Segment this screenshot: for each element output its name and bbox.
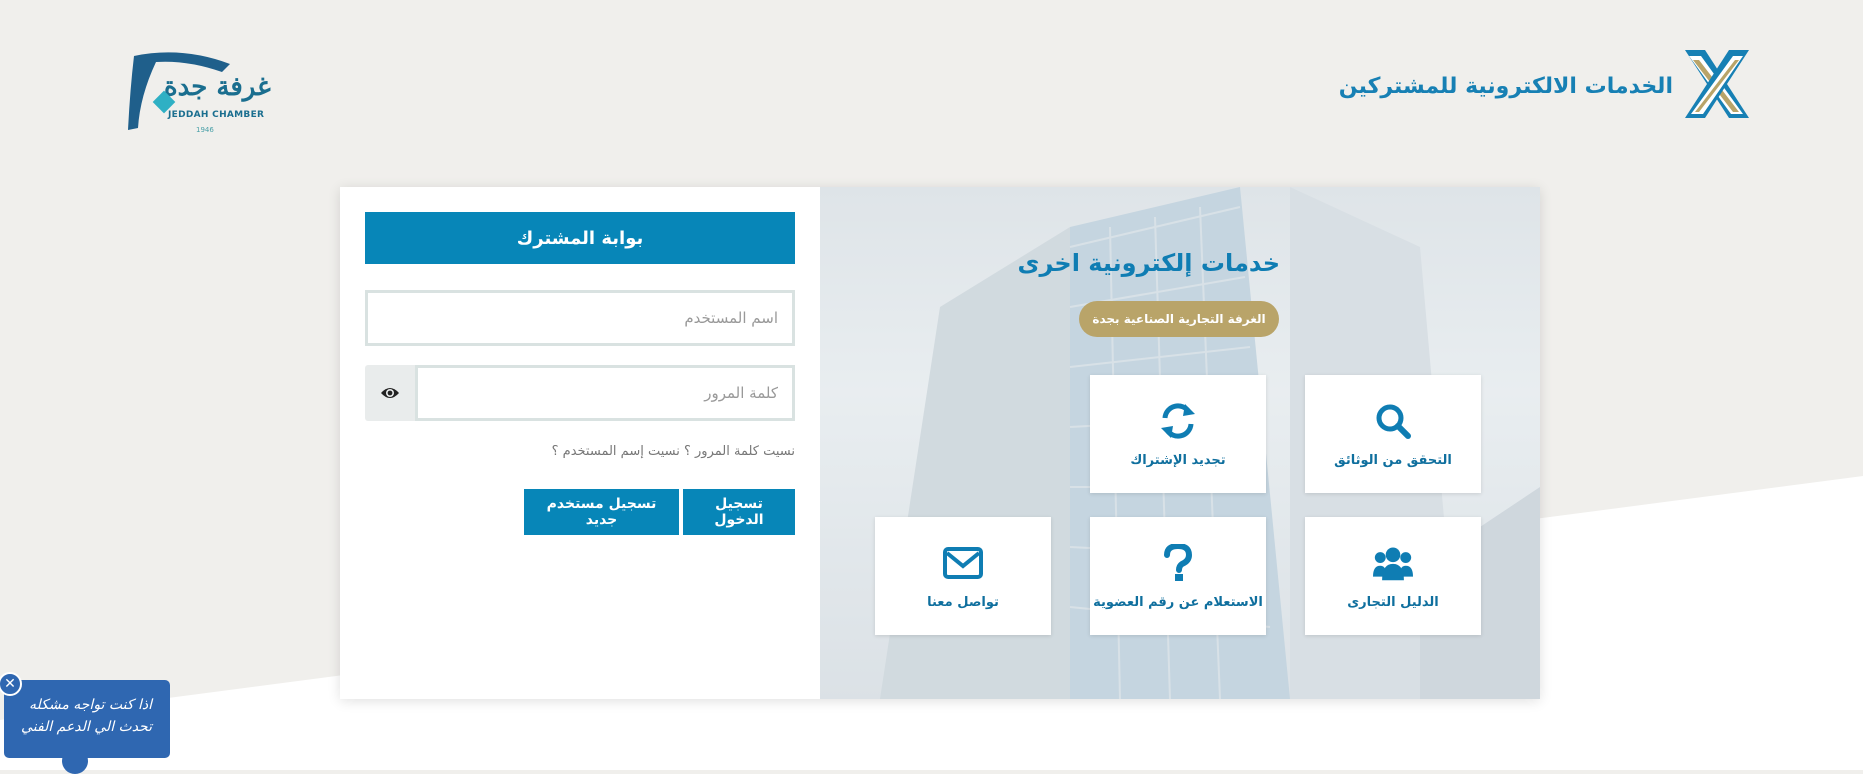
username-input[interactable]	[368, 293, 792, 343]
tile-renew-subscription[interactable]: تجديد الإشتراك	[1090, 375, 1266, 493]
tile-business-directory[interactable]: الدليل التجارى	[1305, 517, 1481, 635]
question-icon	[1158, 543, 1198, 583]
close-icon[interactable]: ✕	[0, 672, 22, 696]
login-button[interactable]: تسجيل الدخول	[683, 489, 795, 535]
password-field[interactable]	[415, 365, 795, 421]
tile-label: الاستعلام عن رقم العضوية	[1093, 594, 1263, 610]
brand-logo-icon	[1685, 50, 1749, 118]
tile-verify-documents[interactable]: التحقق من الوثائق	[1305, 375, 1481, 493]
search-icon	[1373, 401, 1413, 441]
eye-icon	[381, 388, 399, 398]
tile-membership-inquiry[interactable]: الاستعلام عن رقم العضوية	[1090, 517, 1266, 635]
tile-label: تجديد الإشتراك	[1130, 452, 1226, 468]
support-line-1: اذا كنت تواجه مشكله	[28, 697, 152, 713]
services-title: خدمات إلكترونية اخرى	[1017, 249, 1280, 277]
forgot-credentials-link[interactable]: نسيت كلمة المرور ؟ نسيت إسم المستخدم ؟	[365, 444, 795, 459]
users-icon	[1373, 543, 1413, 583]
main-card: بوابة المشترك نسيت كلمة المرور ؟ نسيت إس…	[340, 187, 1540, 699]
tile-contact-us[interactable]: تواصل معنا	[875, 517, 1051, 635]
support-chat-bubble[interactable]: ✕ اذا كنت تواجه مشكله تحدث الي الدعم الف…	[0, 672, 170, 758]
brand-header: الخدمات الالكترونية للمشتركين	[1339, 48, 1755, 124]
password-input[interactable]	[418, 368, 792, 418]
portal-title: بوابة المشترك	[365, 212, 795, 264]
tile-label: التحقق من الوثائق	[1334, 452, 1452, 468]
support-line-2: تحدث الي الدعم الفني	[21, 719, 152, 735]
support-text: اذا كنت تواجه مشكله تحدث الي الدعم الفني	[12, 694, 152, 738]
chamber-pill-button[interactable]: الغرفة التجارية الصناعية بجدة	[1079, 301, 1279, 337]
jeddah-chamber-logo	[128, 52, 230, 130]
tile-label: الدليل التجارى	[1347, 594, 1439, 610]
show-password-toggle[interactable]	[365, 365, 415, 421]
envelope-icon	[943, 543, 983, 583]
login-panel: بوابة المشترك نسيت كلمة المرور ؟ نسيت إس…	[365, 212, 795, 672]
services-panel: خدمات إلكترونية اخرى الغرفة التجارية الص…	[820, 187, 1540, 699]
brand-title: الخدمات الالكترونية للمشتركين	[1338, 73, 1673, 99]
tile-label: تواصل معنا	[927, 594, 999, 610]
register-button[interactable]: تسجيل مستخدم جديد	[524, 489, 679, 535]
refresh-icon	[1158, 401, 1198, 441]
username-field[interactable]	[365, 290, 795, 346]
